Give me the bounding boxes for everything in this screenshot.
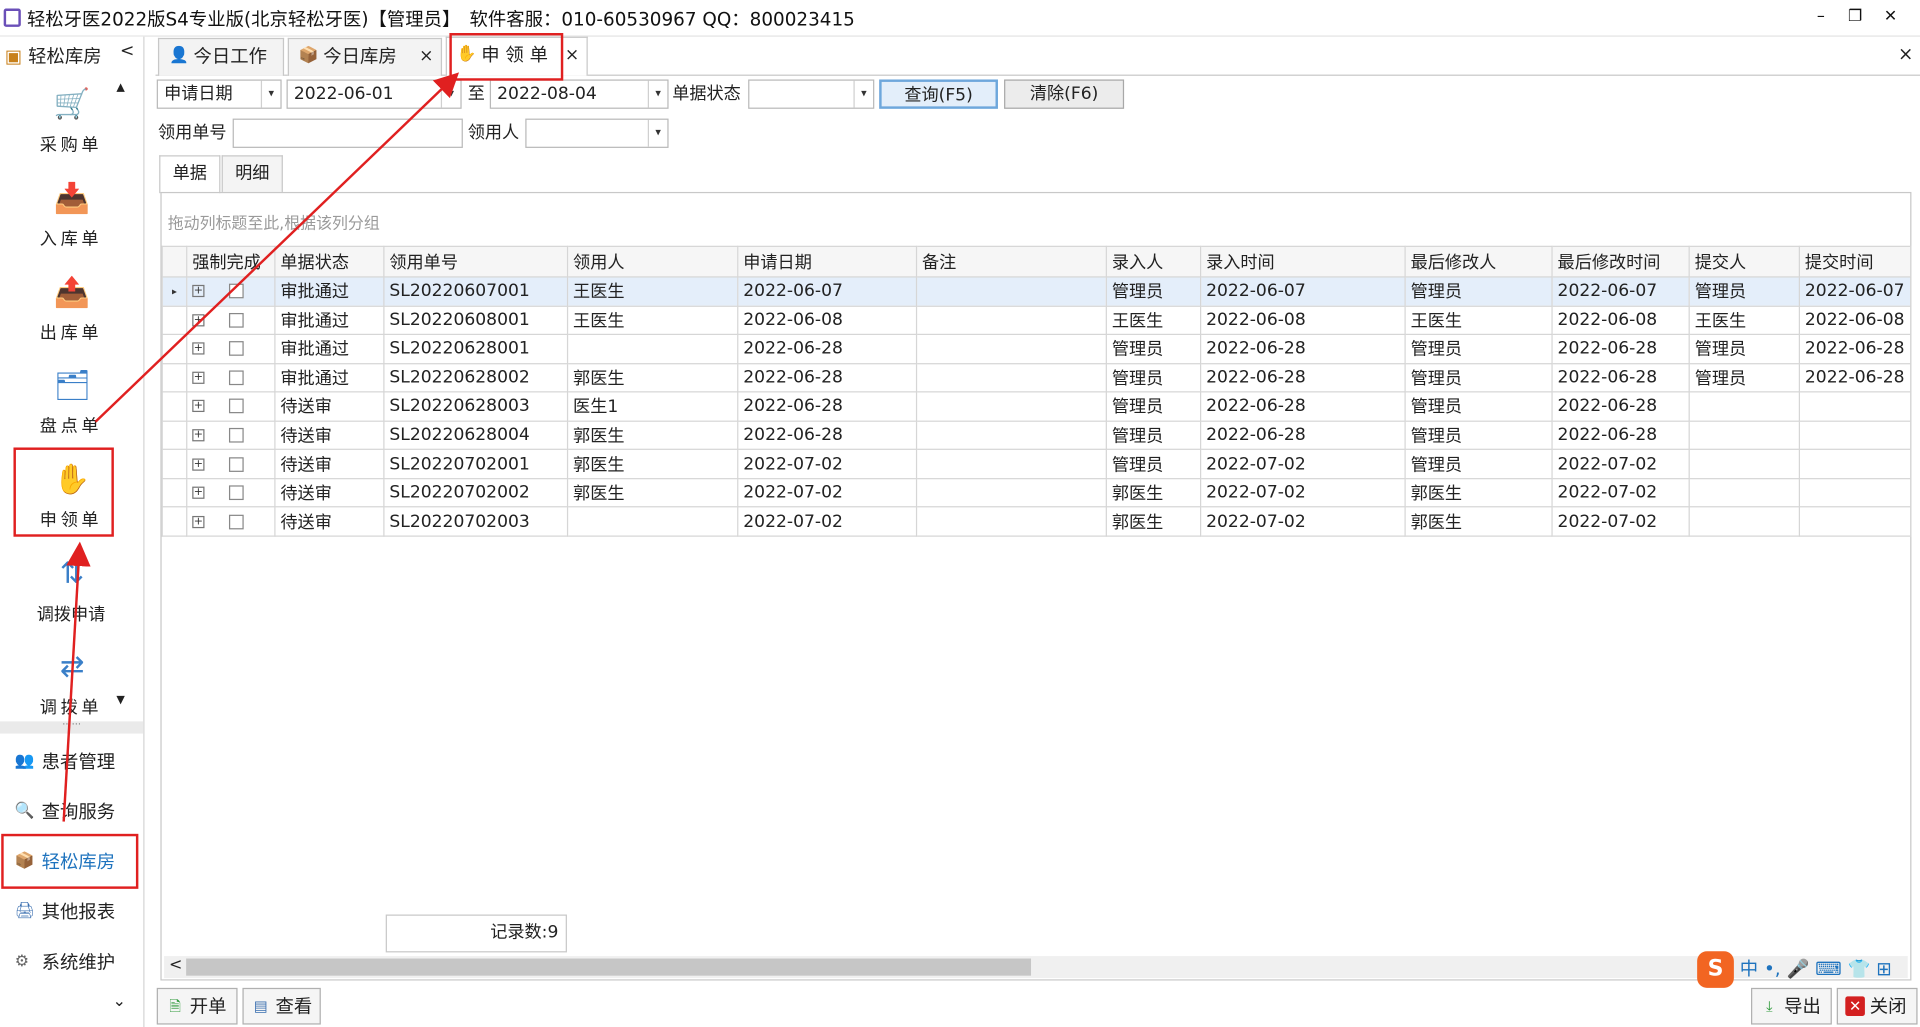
- app-window: 轻松牙医2022版S4专业版(北京轻松牙医)【管理员】 软件客服：010-605…: [0, 0, 1920, 1027]
- arrow-warehouse-to-requisition: [62, 541, 91, 822]
- arrow-requisition-to-tab: [94, 72, 460, 423]
- annotation-arrows: [62, 72, 460, 822]
